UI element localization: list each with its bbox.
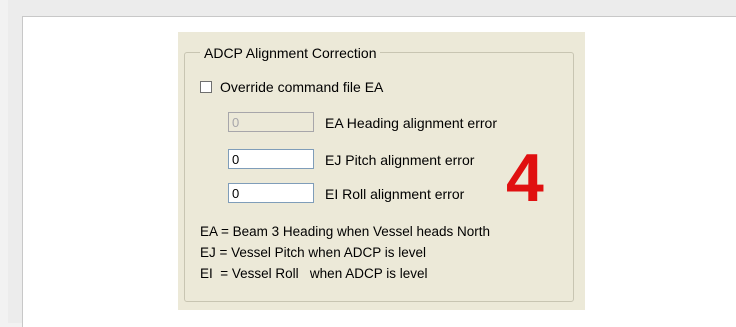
ei-input[interactable] <box>228 183 314 203</box>
override-label[interactable]: Override command file EA <box>220 79 383 95</box>
alignment-dialog: ADCP Alignment Correction Override comma… <box>178 32 585 310</box>
group-title: ADCP Alignment Correction <box>200 45 381 61</box>
ej-input[interactable] <box>228 149 314 169</box>
ea-label: EA Heading alignment error <box>325 115 497 131</box>
note-ea: EA = Beam 3 Heading when Vessel heads No… <box>200 224 491 239</box>
note-ei: EI = Vessel Roll when ADCP is level <box>200 266 428 281</box>
override-checkbox[interactable] <box>200 81 212 93</box>
override-row[interactable]: Override command file EA <box>200 79 383 95</box>
annotation-number: 4 <box>506 140 544 216</box>
ej-label: EJ Pitch alignment error <box>325 152 475 168</box>
note-ej: EJ = Vessel Pitch when ADCP is level <box>200 245 426 260</box>
ea-input <box>228 112 314 132</box>
ei-label: EI Roll alignment error <box>325 186 465 202</box>
